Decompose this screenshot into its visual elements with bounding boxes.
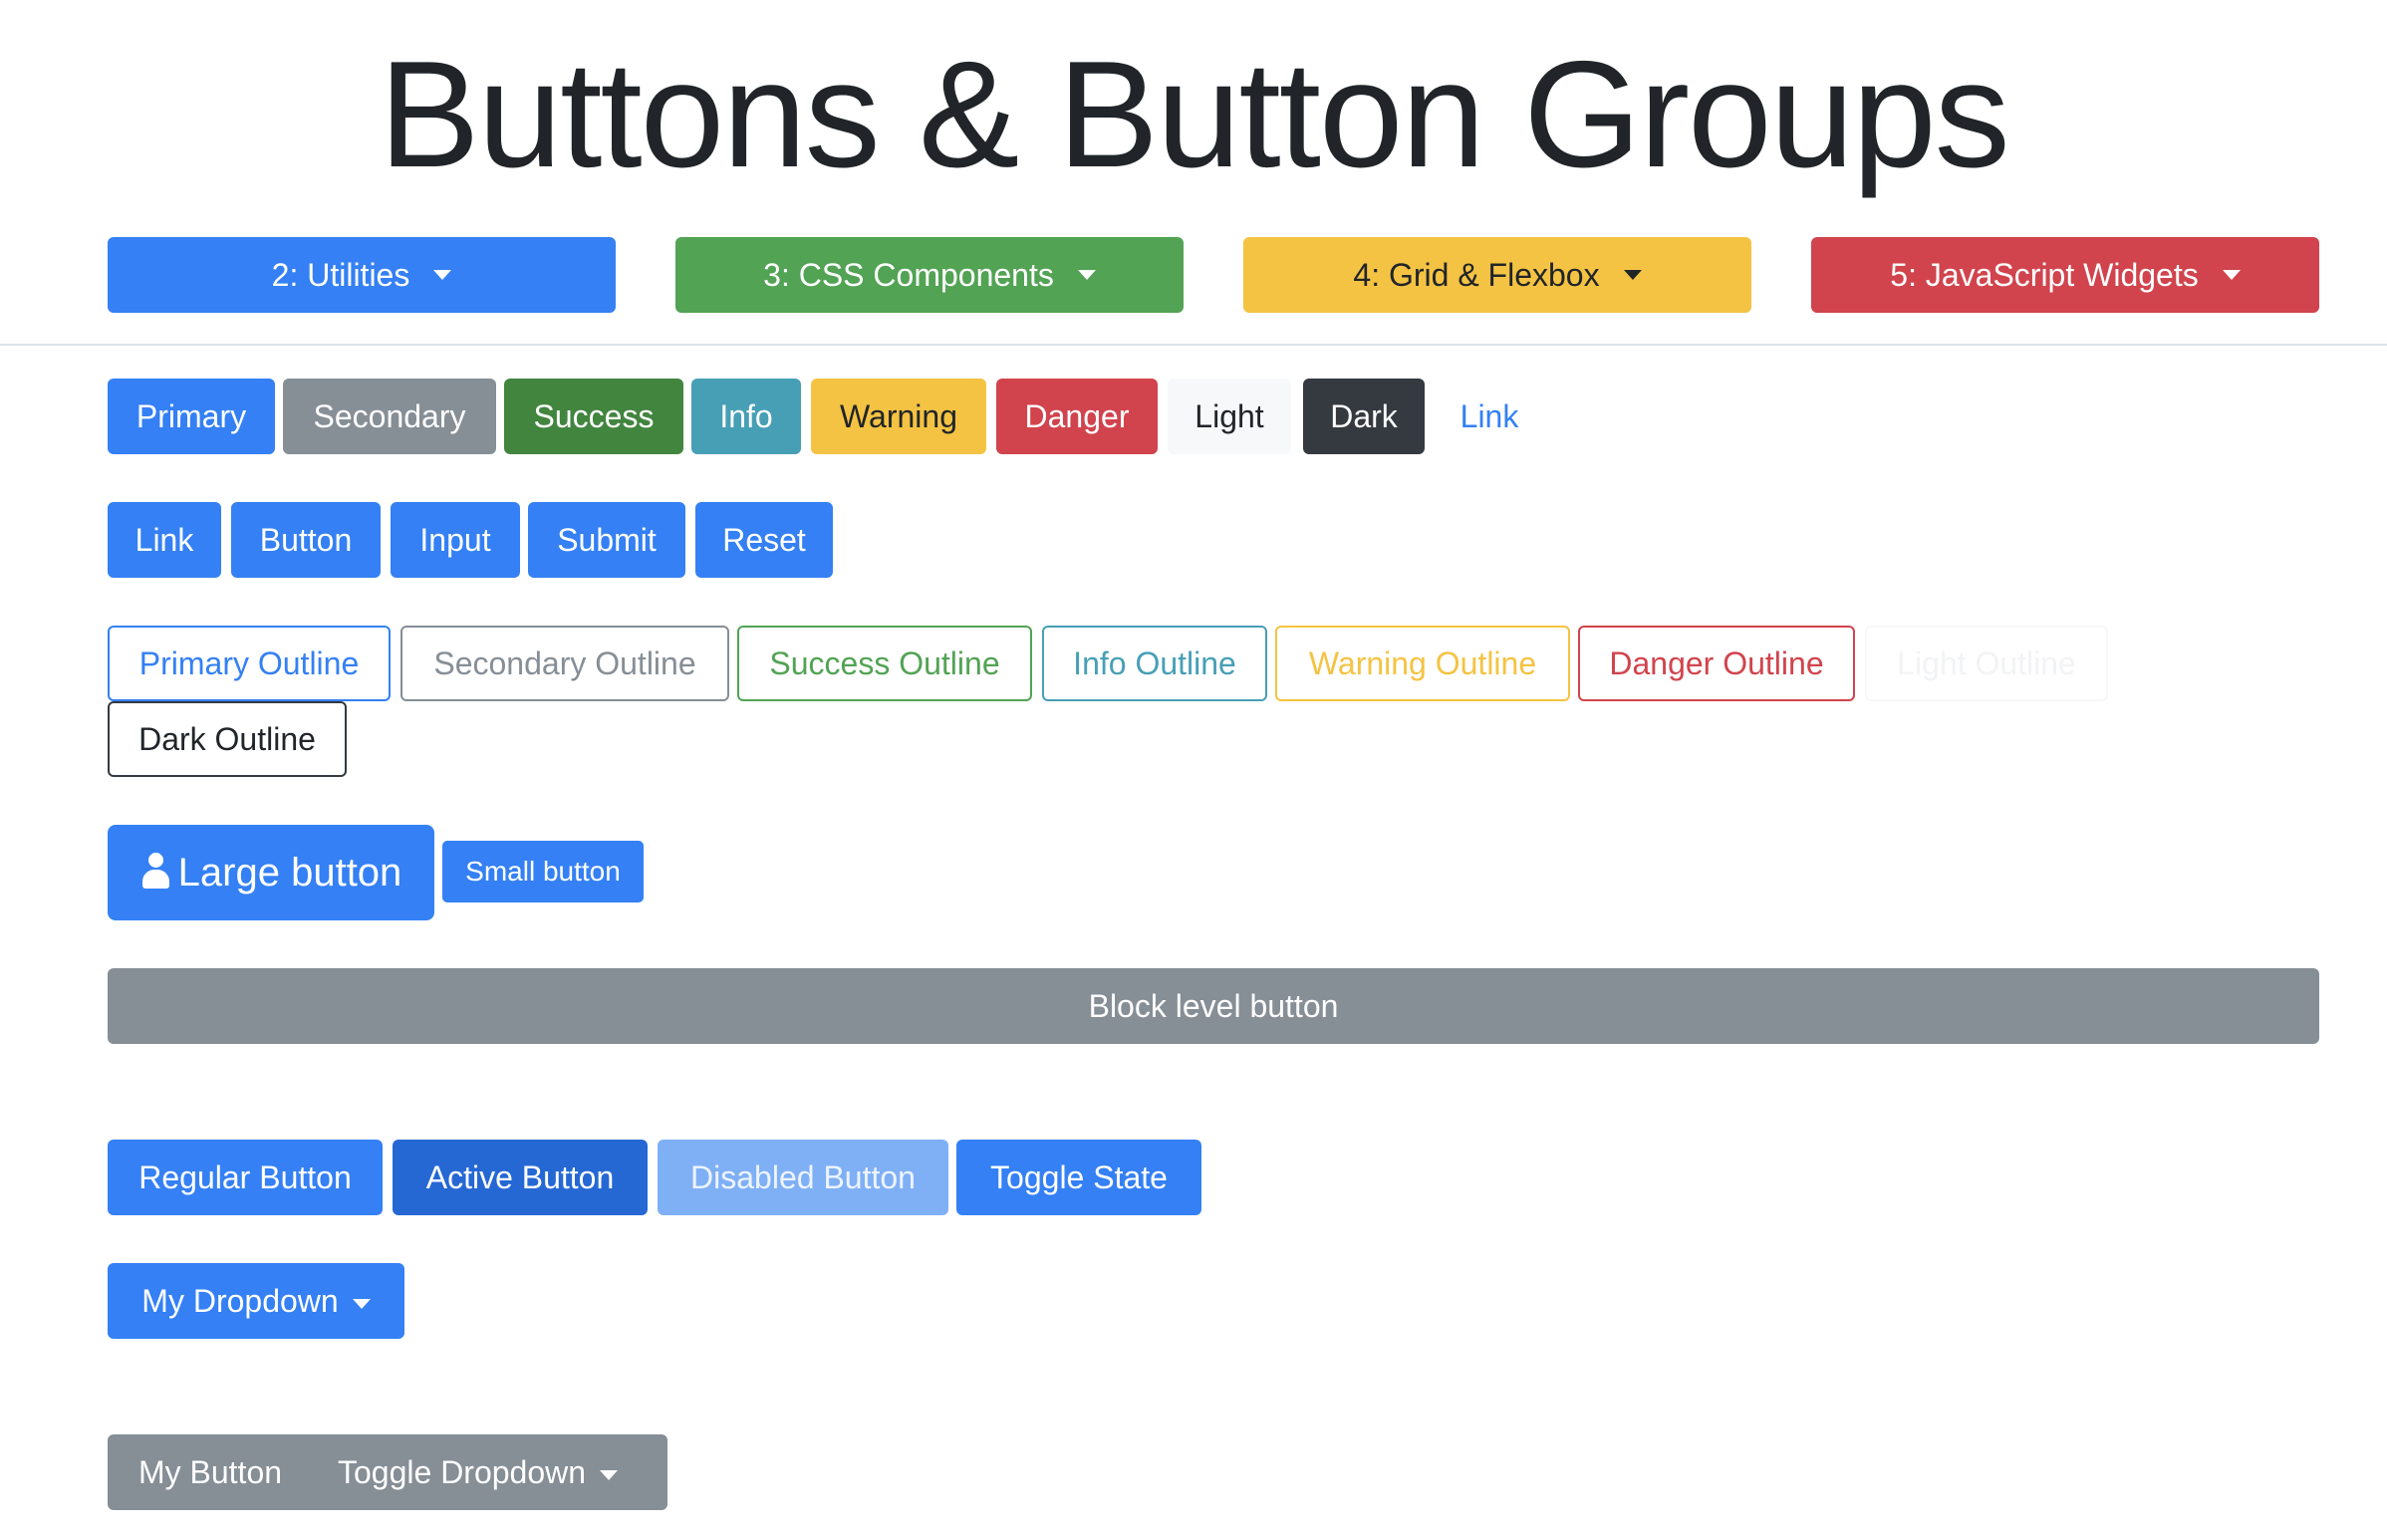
nav-css-components-label: 3: CSS Components — [763, 257, 1054, 293]
toggle-dropdown-button[interactable]: Toggle Dropdown — [313, 1434, 667, 1510]
active-button[interactable]: Active Button — [393, 1140, 648, 1215]
warning-outline-button[interactable]: Warning Outline — [1275, 626, 1570, 701]
secondary-button[interactable]: Secondary — [283, 379, 496, 454]
small-button[interactable]: Small button — [442, 841, 644, 902]
primary-outline-button[interactable]: Primary Outline — [108, 626, 391, 701]
disabled-button: Disabled Button — [658, 1140, 948, 1215]
nav-grid-flexbox-button[interactable]: 4: Grid & Flexbox — [1243, 237, 1751, 313]
large-button-label: Large button — [177, 851, 402, 895]
header-divider — [0, 344, 2387, 346]
primary-button[interactable]: Primary — [108, 379, 275, 454]
my-dropdown-button[interactable]: My Dropdown — [108, 1263, 404, 1339]
button-element-button[interactable]: Button — [231, 502, 381, 578]
page-title: Buttons & Button Groups — [379, 30, 2009, 199]
nav-utilities-button[interactable]: 2: Utilities — [108, 237, 616, 313]
link-button[interactable]: Link — [1435, 379, 1544, 454]
success-outline-button[interactable]: Success Outline — [737, 626, 1032, 701]
reset-button[interactable]: Reset — [695, 502, 833, 578]
secondary-outline-button[interactable]: Secondary Outline — [400, 626, 729, 701]
warning-button[interactable]: Warning — [811, 379, 986, 454]
success-button[interactable]: Success — [504, 379, 683, 454]
caret-down-icon — [433, 270, 452, 280]
dark-button[interactable]: Dark — [1303, 379, 1425, 454]
large-button[interactable]: Large button — [108, 825, 434, 920]
nav-css-components-button[interactable]: 3: CSS Components — [675, 237, 1184, 313]
danger-button[interactable]: Danger — [996, 379, 1158, 454]
link-element-button[interactable]: Link — [108, 502, 221, 578]
nav-grid-flexbox-label: 4: Grid & Flexbox — [1353, 257, 1600, 293]
regular-button[interactable]: Regular Button — [108, 1140, 383, 1215]
info-outline-button[interactable]: Info Outline — [1042, 626, 1267, 701]
caret-down-icon — [1623, 270, 1642, 280]
nav-utilities-label: 2: Utilities — [271, 257, 410, 293]
my-button[interactable]: My Button — [108, 1434, 313, 1510]
nav-javascript-widgets-button[interactable]: 5: JavaScript Widgets — [1811, 237, 2319, 313]
nav-javascript-widgets-label: 5: JavaScript Widgets — [1890, 257, 2199, 293]
caret-down-icon — [352, 1298, 371, 1309]
caret-down-icon — [600, 1469, 619, 1480]
my-dropdown-label: My Dropdown — [141, 1283, 339, 1319]
section-nav: 2: Utilities 3: CSS Components 4: Grid &… — [108, 237, 2319, 313]
dark-outline-button[interactable]: Dark Outline — [108, 701, 347, 777]
caret-down-icon — [2222, 270, 2241, 280]
user-icon — [140, 853, 170, 889]
light-outline-button[interactable]: Light Outline — [1865, 626, 2108, 701]
danger-outline-button[interactable]: Danger Outline — [1578, 626, 1855, 701]
toggle-state-button[interactable]: Toggle State — [956, 1140, 1201, 1215]
light-button[interactable]: Light — [1168, 379, 1291, 454]
toggle-dropdown-label: Toggle Dropdown — [338, 1454, 587, 1490]
input-element-button[interactable]: Input — [391, 502, 520, 578]
caret-down-icon — [1077, 270, 1096, 280]
block-level-button[interactable]: Block level button — [108, 968, 2319, 1044]
submit-button[interactable]: Submit — [528, 502, 685, 578]
info-button[interactable]: Info — [691, 379, 801, 454]
